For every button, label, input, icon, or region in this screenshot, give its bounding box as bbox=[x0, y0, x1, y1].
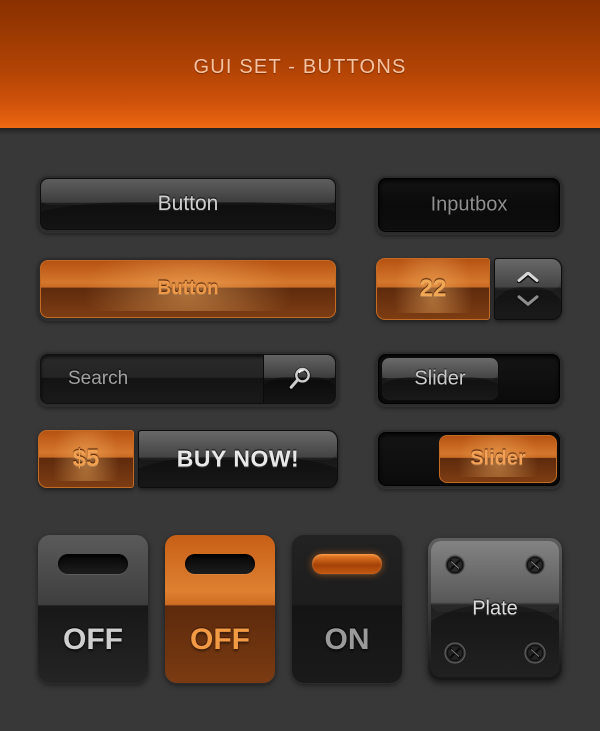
dark-button-label: Button bbox=[157, 192, 219, 215]
orange-button-surface: Button bbox=[40, 260, 336, 318]
search-input[interactable]: Search bbox=[68, 368, 128, 390]
slider-orange-label: Slider bbox=[470, 447, 526, 470]
slider-orange[interactable]: Slider bbox=[376, 430, 562, 488]
toggle-slot-icon bbox=[58, 554, 128, 574]
screw-icon bbox=[524, 642, 546, 664]
orange-button[interactable]: Button bbox=[38, 258, 338, 320]
toggle-off-dark[interactable]: OFF bbox=[38, 535, 148, 683]
toggle-off-dark-label: OFF bbox=[63, 623, 123, 656]
buy-now-button[interactable]: BUY NOW! bbox=[138, 430, 338, 488]
plate-label: Plate bbox=[472, 597, 518, 620]
dark-button[interactable]: Button bbox=[38, 176, 338, 232]
dark-button-surface: Button bbox=[40, 178, 336, 230]
number-spinner[interactable]: 22 bbox=[376, 258, 562, 320]
inputbox-field[interactable]: Inputbox bbox=[376, 176, 562, 234]
search-button[interactable] bbox=[263, 355, 335, 403]
plate-panel: Plate bbox=[428, 538, 562, 680]
header-drop-shadow bbox=[0, 128, 600, 135]
screw-icon bbox=[444, 642, 466, 664]
price-tag[interactable]: $5 bbox=[38, 430, 134, 488]
plate-surface: Plate bbox=[431, 541, 559, 677]
chevron-down-icon[interactable] bbox=[517, 295, 539, 306]
toggle-slot-icon bbox=[185, 554, 255, 574]
spinner-value-field[interactable]: 22 bbox=[376, 258, 490, 320]
toggle-off-orange[interactable]: OFF bbox=[165, 535, 275, 683]
price-label: $5 bbox=[72, 445, 100, 472]
screw-icon bbox=[524, 554, 546, 576]
buy-now-widget[interactable]: $5 BUY NOW! bbox=[38, 430, 338, 488]
magnifier-icon bbox=[287, 366, 313, 392]
slider-dark-track[interactable]: Slider bbox=[378, 354, 560, 404]
page-header: GUI SET - BUTTONS bbox=[0, 0, 600, 128]
spinner-arrows-panel[interactable] bbox=[494, 258, 562, 320]
buy-now-label: BUY NOW! bbox=[176, 445, 300, 472]
slider-orange-track[interactable]: Slider bbox=[378, 432, 560, 486]
slider-dark-knob[interactable]: Slider bbox=[381, 357, 499, 401]
slider-orange-knob[interactable]: Slider bbox=[439, 435, 557, 483]
chevron-up-icon[interactable] bbox=[517, 272, 539, 283]
toggle-on-label: ON bbox=[324, 623, 370, 656]
toggle-slot-lit-icon bbox=[312, 554, 382, 574]
screw-icon bbox=[444, 554, 466, 576]
page-title: GUI SET - BUTTONS bbox=[193, 56, 407, 78]
slider-dark[interactable]: Slider bbox=[376, 352, 562, 406]
inputbox-value: Inputbox bbox=[430, 193, 508, 216]
orange-button-label: Button bbox=[157, 278, 219, 299]
search-surface: Search bbox=[40, 354, 336, 404]
toggle-off-orange-label: OFF bbox=[190, 623, 250, 656]
toggle-on[interactable]: ON bbox=[292, 535, 402, 683]
slider-dark-label: Slider bbox=[414, 367, 466, 390]
search-bar[interactable]: Search bbox=[38, 352, 338, 406]
inputbox-surface: Inputbox bbox=[378, 178, 560, 232]
spinner-value: 22 bbox=[419, 275, 447, 302]
